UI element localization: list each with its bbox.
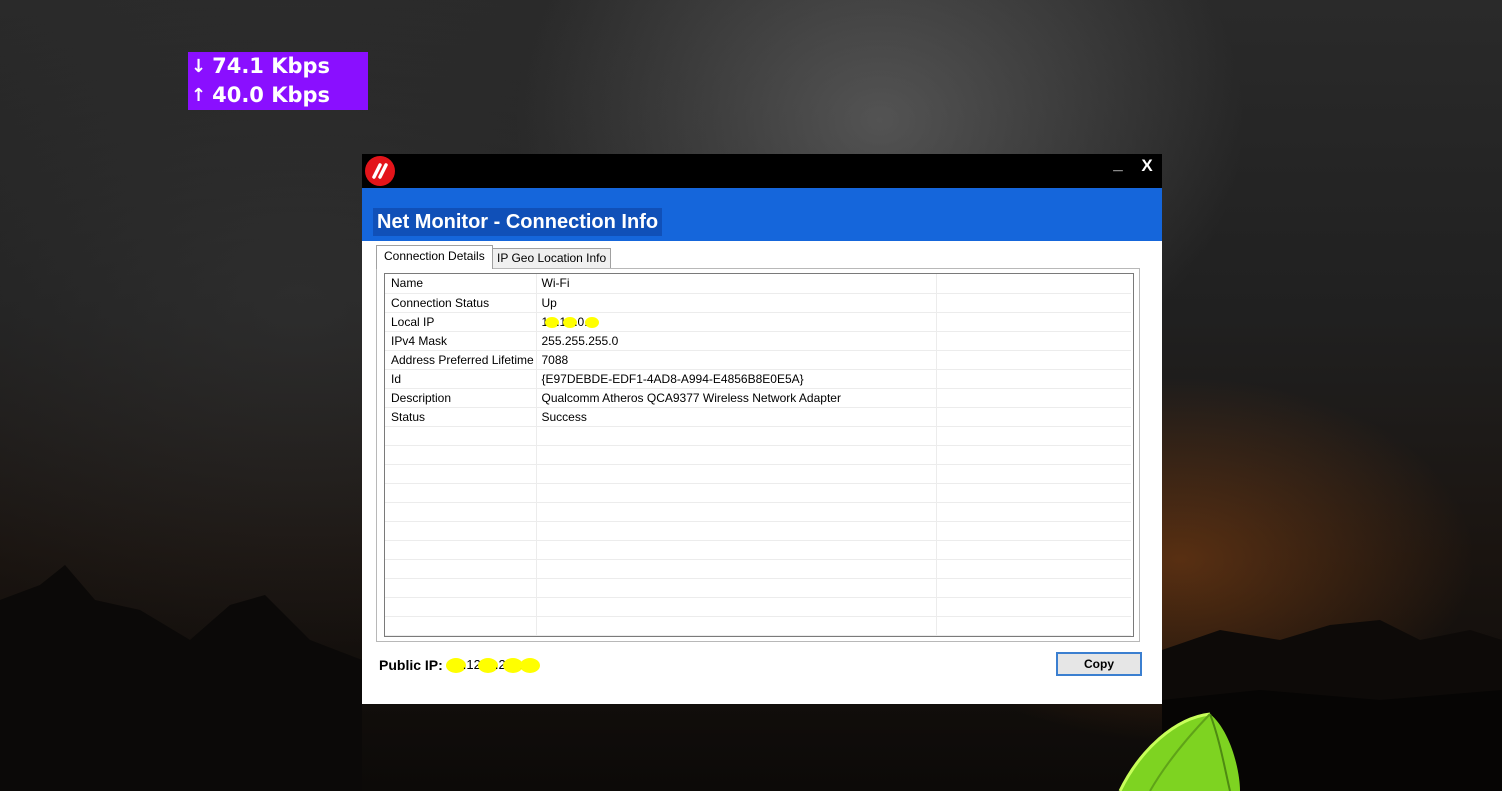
row-name: Id	[385, 369, 537, 389]
row-name: Address Preferred Lifetime	[385, 350, 537, 370]
table-row[interactable]: Local IP 1.1.0.	[385, 312, 1131, 332]
row-value: Success	[536, 407, 937, 427]
row-value: {E97DEBDE-EDF1-4AD8-A994-E4856B8E0E5A}	[536, 369, 937, 389]
row-name: Local IP	[385, 312, 537, 332]
tab-ip-geo-location-info[interactable]: IP Geo Location Info	[492, 248, 612, 268]
title-bar[interactable]: _ X	[362, 154, 1162, 188]
net-monitor-logo-icon	[365, 156, 395, 186]
redaction-mark	[584, 316, 599, 328]
connection-details-panel: NameWi-Fi Connection StatusUp Local IP 1…	[376, 268, 1140, 642]
row-value: 255.255.255.0	[536, 331, 937, 351]
redaction-mark	[563, 316, 578, 328]
row-name: Connection Status	[385, 293, 537, 313]
empty-row	[385, 616, 1131, 636]
copy-button[interactable]: Copy	[1056, 652, 1142, 676]
empty-row	[385, 426, 1131, 446]
empty-row	[385, 464, 1131, 484]
redaction-mark	[477, 658, 498, 674]
empty-row	[385, 597, 1131, 617]
window-header: Net Monitor - Connection Info	[362, 188, 1162, 241]
empty-row	[385, 578, 1131, 598]
window-title: Net Monitor - Connection Info	[373, 208, 663, 236]
table-row[interactable]: Description Qualcomm Atheros QCA9377 Wire…	[385, 388, 1131, 408]
row-name: IPv4 Mask	[385, 331, 537, 351]
row-value: Up	[536, 293, 937, 313]
empty-row	[385, 483, 1131, 503]
table-row[interactable]: Connection Status Up	[385, 293, 1131, 313]
redaction-mark	[445, 658, 466, 674]
row-value: 7088	[536, 350, 937, 370]
table-row[interactable]: Id {E97DEBDE-EDF1-4AD8-A994-E4856B8E0E5A}	[385, 369, 1131, 389]
public-ip-label: Public IP:	[379, 657, 443, 674]
empty-row	[385, 635, 1131, 636]
arrow-up-icon: ↑	[191, 85, 207, 106]
local-ip-value: 1.1.0.	[536, 312, 937, 332]
connection-details-grid[interactable]: NameWi-Fi Connection StatusUp Local IP 1…	[384, 273, 1134, 637]
table-row[interactable]: Name Wi-Fi	[385, 274, 1131, 294]
row-value: Wi-Fi	[536, 274, 937, 294]
net-monitor-window: _ X Net Monitor - Connection Info Connec…	[362, 154, 1162, 704]
empty-row	[385, 559, 1131, 579]
row-value: Qualcomm Atheros QCA9377 Wireless Networ…	[536, 388, 937, 408]
upload-speed: 40.0 Kbps	[212, 83, 331, 107]
row-name: Name	[385, 274, 537, 294]
arrow-down-icon: ↓	[191, 56, 207, 77]
empty-row	[385, 502, 1131, 522]
tent-image	[1118, 712, 1240, 791]
empty-row	[385, 540, 1131, 560]
minimize-button[interactable]: _	[1108, 154, 1128, 174]
public-ip-value: .12.2.	[445, 657, 541, 674]
table-row[interactable]: IPv4 Mask 255.255.255.0	[385, 331, 1131, 351]
table-row[interactable]: Address Preferred Lifetime 7088	[385, 350, 1131, 370]
redaction-mark	[545, 316, 560, 328]
tab-connection-details[interactable]: Connection Details	[376, 245, 493, 269]
public-ip: Public IP: .12.2.	[379, 657, 541, 674]
row-name: Status	[385, 407, 537, 427]
table-row[interactable]: Status Success	[385, 407, 1131, 427]
download-speed: 74.1 Kbps	[212, 54, 331, 78]
redaction-mark	[520, 658, 541, 674]
row-name: Description	[385, 388, 537, 408]
network-speed-widget: ↓ 74.1 Kbps ↑ 40.0 Kbps	[188, 52, 368, 110]
empty-row	[385, 521, 1131, 541]
close-button[interactable]: X	[1137, 156, 1157, 176]
empty-row	[385, 445, 1131, 465]
